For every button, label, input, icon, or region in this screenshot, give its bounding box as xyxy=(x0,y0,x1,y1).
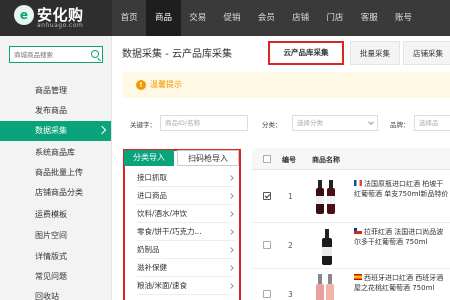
nav-member[interactable]: 会员 xyxy=(249,0,283,36)
category-item[interactable]: 接口抓取 xyxy=(137,169,235,187)
row-divider xyxy=(252,268,450,269)
chevron-right-icon xyxy=(228,175,234,181)
sidebar-item-batch-upload[interactable]: 商品批量上传 xyxy=(0,163,111,183)
logo-icon: e xyxy=(14,5,34,25)
nav-home[interactable]: 首页 xyxy=(112,0,146,36)
brand-label: 品牌： xyxy=(390,121,410,129)
row-index: 3 xyxy=(288,290,293,299)
product-image[interactable] xyxy=(312,176,346,218)
chevron-right-icon xyxy=(228,247,234,253)
column-header-index: 编号 xyxy=(282,156,296,164)
sidebar-item-freight-template[interactable]: 运费模板 xyxy=(0,205,111,225)
category-item[interactable]: 粮油/米面/速食 xyxy=(137,277,235,295)
sidebar-item-image-space[interactable]: 图片空间 xyxy=(0,226,111,246)
category-select-value: 选择分类 xyxy=(297,119,323,127)
select-all-checkbox[interactable] xyxy=(263,155,271,163)
tab-category-import[interactable]: 分类导入 xyxy=(124,150,174,166)
chevron-right-icon xyxy=(228,211,234,217)
tab-batch-collect[interactable]: 批量采集 xyxy=(350,41,400,65)
category-label: 粮油/米面/速食 xyxy=(137,281,188,290)
category-label: 饮料/酒水/冲饮 xyxy=(137,209,188,218)
search-icon[interactable] xyxy=(91,50,99,58)
tab-cloud-library[interactable]: 云产品库采集 xyxy=(268,41,344,65)
france-flag-icon xyxy=(354,180,362,186)
column-header-name: 商品名称 xyxy=(312,156,340,164)
tab-scanner-import[interactable]: 扫码枪导入 xyxy=(177,150,239,166)
info-icon: ! xyxy=(136,80,146,90)
keyword-input[interactable]: 商品ID/名称 xyxy=(160,115,248,131)
keyword-label: 关键字： xyxy=(130,121,156,129)
tip-banner: ! 温馨提示 xyxy=(122,72,450,98)
product-name-text: 拉菲红酒 法国进口尚品波尔多干红葡萄酒 750ml xyxy=(354,228,444,246)
sidebar-item-data-collect[interactable]: 数据采集 xyxy=(0,121,111,141)
row-checkbox[interactable] xyxy=(263,192,271,200)
category-label: 零食/饼干/巧克力... xyxy=(137,227,202,236)
chevron-right-icon xyxy=(228,229,234,235)
product-image[interactable] xyxy=(312,226,346,268)
sidebar-item-detail-layout[interactable]: 详情版式 xyxy=(0,247,111,267)
row-checkbox[interactable] xyxy=(263,241,271,249)
category-label: 奶制品 xyxy=(137,245,160,254)
category-select[interactable]: 选择分类 xyxy=(292,115,378,131)
page-title: 数据采集 - 云产品库采集 xyxy=(122,49,232,60)
category-item[interactable]: 零食/饼干/巧克力... xyxy=(137,223,235,241)
row-index: 1 xyxy=(288,192,293,201)
sidebar-item-publish-goods[interactable]: 发布商品 xyxy=(0,101,111,121)
product-name-text: 西班牙进口红酒 西班牙酒屋之花桃红葡萄酒 750ml xyxy=(354,274,444,292)
sidebar-search-input[interactable] xyxy=(10,47,88,62)
nav-account[interactable]: 账号 xyxy=(386,0,420,36)
category-item[interactable]: 奶制品 xyxy=(137,241,235,259)
row-checkbox[interactable] xyxy=(263,290,271,298)
brand-domain: anhuago.com xyxy=(37,22,84,29)
category-label: 滋补保健 xyxy=(137,263,167,272)
chevron-right-icon xyxy=(228,265,234,271)
product-name[interactable]: 法国原瓶进口红酒 柏坡干红葡萄酒 单支750ml新品特价 xyxy=(354,180,450,210)
sidebar-item-shop-category[interactable]: 店铺商品分类 xyxy=(0,183,111,203)
brand-logo[interactable]: e 安化购 anhuago.com xyxy=(0,0,112,36)
nav-goods[interactable]: 商品 xyxy=(146,0,181,36)
chile-flag-icon xyxy=(354,228,362,234)
tip-text: 温馨提示 xyxy=(150,80,182,89)
category-item[interactable]: 饮料/酒水/冲饮 xyxy=(137,205,235,223)
brand-select[interactable]: 选择品 xyxy=(414,115,450,131)
row-index: 2 xyxy=(288,241,293,250)
nav-store[interactable]: 门店 xyxy=(318,0,352,36)
category-item[interactable]: 滋补保健 xyxy=(137,259,235,277)
category-label: 分类： xyxy=(262,121,282,129)
category-label: 接口抓取 xyxy=(137,173,167,182)
category-item[interactable]: 进口商品 xyxy=(137,187,235,205)
nav-trade[interactable]: 交易 xyxy=(181,0,215,36)
sidebar-item-goods-manage[interactable]: 商品管理 xyxy=(0,81,111,101)
row-divider xyxy=(252,222,450,223)
product-image[interactable] xyxy=(312,272,346,300)
chevron-right-icon xyxy=(228,193,234,199)
nav-promotion[interactable]: 促销 xyxy=(215,0,249,36)
sidebar-search xyxy=(9,46,103,63)
sidebar-item-recycle-bin[interactable]: 回收站 xyxy=(0,287,111,300)
chevron-right-icon xyxy=(228,283,234,289)
product-name[interactable]: 西班牙进口红酒 西班牙酒屋之花桃红葡萄酒 750ml xyxy=(354,274,450,300)
category-label: 进口商品 xyxy=(137,191,167,200)
main-nav: 首页 商品 交易 促销 会员 店铺 门店 客服 账号 xyxy=(112,0,421,36)
top-nav-bar: e 安化购 anhuago.com 首页 商品 交易 促销 会员 店铺 门店 客… xyxy=(0,0,450,36)
sidebar-item-faq[interactable]: 常见问题 xyxy=(0,267,111,287)
nav-service[interactable]: 客服 xyxy=(352,0,386,36)
product-name-text: 法国原瓶进口红酒 柏坡干红葡萄酒 单支750ml新品特价 xyxy=(354,180,449,198)
nav-shop[interactable]: 店铺 xyxy=(283,0,317,36)
product-name[interactable]: 拉菲红酒 法国进口尚品波尔多干红葡萄酒 750ml xyxy=(354,228,450,248)
sidebar-item-system-library[interactable]: 系统商品库 xyxy=(0,143,111,163)
chevron-down-icon xyxy=(368,119,374,125)
spain-flag-icon xyxy=(354,274,362,280)
tab-shop-collect[interactable]: 店铺采集 xyxy=(403,41,450,65)
